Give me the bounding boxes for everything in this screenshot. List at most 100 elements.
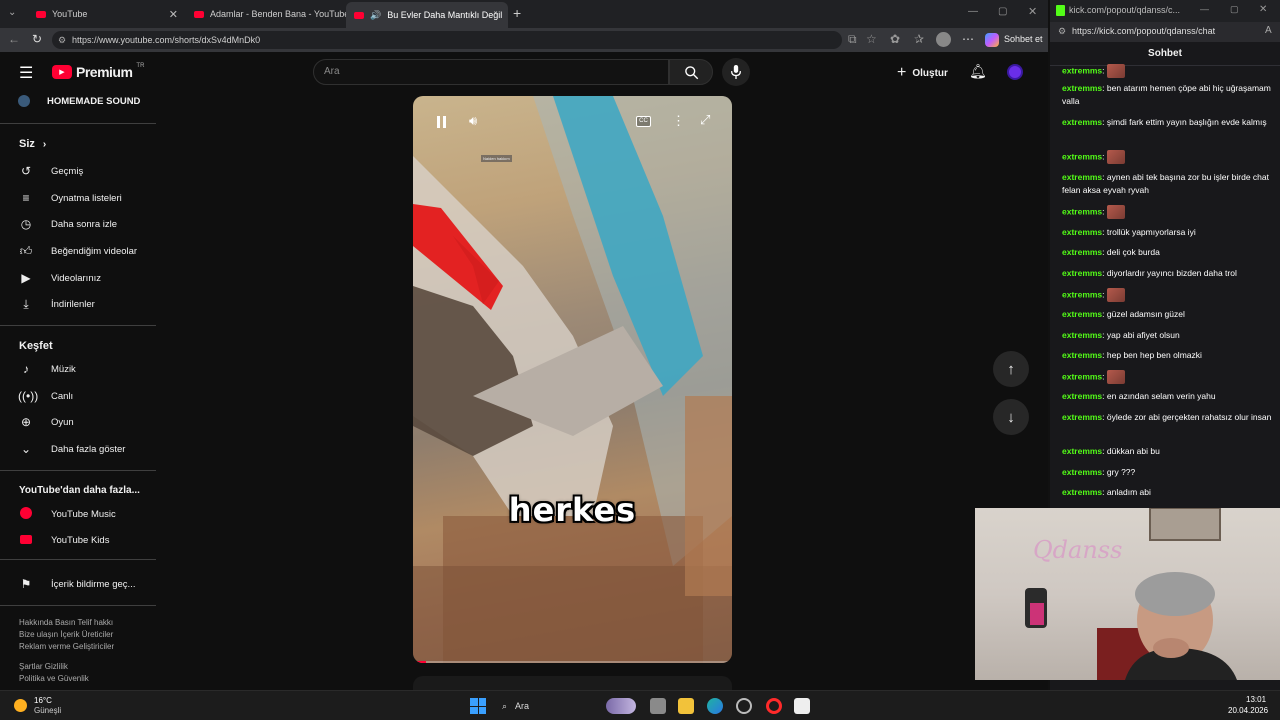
footer-links-2[interactable]: Bize ulaşın İçerik Üreticiler [19, 629, 113, 641]
copilot-icon[interactable] [985, 33, 999, 47]
windows-start-icon[interactable] [470, 698, 486, 714]
chat-username[interactable]: extremms [1062, 117, 1102, 127]
sidebar-item-youtube-kids[interactable]: YouTube Kids [18, 530, 109, 550]
chat-username[interactable]: extremms [1062, 151, 1102, 161]
opera-icon[interactable] [766, 698, 782, 714]
url-field[interactable]: ⚙ https://www.youtube.com/shorts/dxSv4dM… [52, 31, 842, 49]
read-aloud-icon[interactable]: A [1265, 25, 1272, 36]
create-button[interactable]: + Oluştur [897, 64, 948, 82]
sidebar-item-downloads[interactable]: ⤓ İndirilenler [18, 294, 94, 314]
taskbar-search[interactable]: ⌕ Ara [494, 696, 594, 716]
kick-url-text[interactable]: https://kick.com/popout/qdanss/chat [1072, 26, 1215, 36]
chat-username[interactable]: extremms [1062, 247, 1102, 257]
chat-username[interactable]: extremms [1062, 268, 1102, 278]
sidebar-item-music[interactable]: ♪ Müzik [18, 359, 76, 379]
sohbet-et-button[interactable]: Sohbet et [1004, 34, 1043, 44]
sidebar-item-label: Daha fazla göster [51, 443, 126, 455]
chat-username[interactable]: extremms [1062, 309, 1102, 319]
youtube-premium-logo[interactable]: ▶ Premium TR [52, 63, 144, 80]
sidebar-item-youtube-music[interactable]: YouTube Music [18, 504, 116, 524]
account-avatar[interactable] [1007, 64, 1023, 80]
extensions-icon[interactable]: ✿ [890, 32, 900, 46]
close-window-icon[interactable]: ✕ [1028, 5, 1037, 18]
back-icon[interactable]: ← [8, 32, 20, 46]
close-icon[interactable]: ✕ [169, 8, 178, 21]
chat-username[interactable]: extremms [1062, 371, 1102, 381]
sidebar-item-your-videos[interactable]: ▶ Videolarınız [18, 268, 101, 288]
minimize-icon[interactable]: — [968, 6, 978, 17]
chat-username[interactable]: extremms [1062, 172, 1102, 182]
search-button[interactable] [669, 59, 713, 85]
chat-username[interactable]: extremms [1062, 391, 1102, 401]
sidebar-show-more[interactable]: ⌄ Daha fazla göster [18, 439, 126, 459]
voice-search-button[interactable] [722, 58, 750, 86]
sidebar-item-playlists[interactable]: ≡ Oynatma listeleri [18, 188, 121, 208]
webcam-overlay: Qdanss [975, 508, 1280, 680]
footer-links-4[interactable]: Şartlar Gizlilik [19, 661, 68, 673]
footer-links-1[interactable]: Hakkında Basın Telif hakkı [19, 617, 113, 629]
sidebar-item-live[interactable]: ((•)) Canlı [18, 386, 73, 406]
clock-time[interactable]: 13:01 [1246, 695, 1266, 704]
sidebar-item-report-history[interactable]: ⚑ İçerik bildirme geç... [18, 574, 136, 594]
chat-username[interactable]: extremms [1062, 412, 1102, 422]
maximize-icon[interactable]: ▢ [998, 6, 1007, 17]
sidebar-item-gaming[interactable]: ⊕ Oyun [18, 412, 74, 432]
site-info-icon[interactable]: ⚙ [58, 31, 66, 49]
maximize-icon[interactable]: ▢ [1230, 4, 1239, 15]
video-frame-illustration [413, 96, 732, 663]
pause-button[interactable] [431, 112, 451, 132]
previous-short-button[interactable]: ↑ [993, 351, 1029, 387]
next-short-button[interactable]: ↓ [993, 399, 1029, 435]
more-menu-icon[interactable]: ⋯ [962, 32, 974, 46]
fullscreen-icon[interactable]: ⤢ [700, 112, 710, 128]
favorites-icon[interactable]: ✰ [914, 32, 924, 46]
tab-youtube[interactable]: YouTube ✕ [28, 4, 186, 24]
chat-username[interactable]: extremms [1062, 487, 1102, 497]
sidebar-you-header[interactable]: Siz › [19, 138, 46, 150]
tab-adamlar[interactable]: Adamlar - Benden Bana - YouTube ✕ [186, 4, 346, 24]
footer-links-3[interactable]: Reklam verme Geliştiriciler [19, 641, 114, 653]
captions-icon[interactable]: CC [636, 116, 651, 127]
hamburger-menu-icon[interactable]: ☰ [19, 63, 33, 83]
sun-weather-icon[interactable] [14, 699, 27, 712]
next-short-preview[interactable] [413, 676, 732, 690]
chat-text: anladım abi [1106, 487, 1151, 497]
task-view-icon[interactable] [650, 698, 666, 714]
edge-browser-icon[interactable] [707, 698, 723, 714]
chat-username[interactable]: extremms [1062, 350, 1102, 360]
video-progress-bar[interactable] [413, 661, 732, 663]
tab-active-video[interactable]: 🔊 Bu Evler Daha Mantıklı Değil ✕ [346, 2, 508, 28]
shorts-video-player[interactable]: Naiden hakkım 🔊︎ CC ⋮ ⤢ herkes [413, 96, 732, 663]
chat-username[interactable]: extremms [1062, 446, 1102, 456]
sidebar-item-liked-videos[interactable]: 👍︎ Beğendiğim videolar [18, 241, 137, 261]
reload-icon[interactable]: ↻ [32, 32, 42, 46]
chat-username[interactable]: extremms [1062, 467, 1102, 477]
bookmark-star-icon[interactable]: ☆ [866, 32, 877, 46]
chat-username[interactable]: extremms [1062, 330, 1102, 340]
sidebar-item-watch-later[interactable]: ◷ Daha sonra izle [18, 214, 117, 234]
settings-gear-icon[interactable] [736, 698, 752, 714]
sidebar-channel-homemade-sound[interactable]: HOMEMADE SOUND [18, 91, 140, 111]
search-highlight-icon[interactable] [606, 698, 636, 714]
snipping-tool-icon[interactable] [794, 698, 810, 714]
chat-username[interactable]: extremms [1062, 289, 1102, 299]
arrow-up-icon: ↑ [1007, 360, 1015, 378]
notifications-bell-icon[interactable]: 🔔︎ [969, 63, 987, 80]
volume-icon[interactable]: 🔊︎ [469, 113, 477, 129]
search-input[interactable]: Ara [313, 59, 669, 85]
more-options-icon[interactable]: ⋮ [672, 113, 685, 129]
sidebar-explore-header: Keşfet [19, 340, 53, 352]
minimize-icon[interactable]: — [1200, 4, 1209, 14]
chat-username[interactable]: extremms [1062, 206, 1102, 216]
sidebar-item-history[interactable]: ↺ Geçmiş [18, 161, 83, 181]
footer-links-5[interactable]: Politika ve Güvenlik [19, 673, 89, 685]
clock-date[interactable]: 20.04.2026 [1228, 706, 1268, 715]
new-tab-icon[interactable]: + [513, 5, 521, 21]
close-icon[interactable]: ✕ [1259, 4, 1267, 15]
chat-username[interactable]: extremms [1062, 83, 1102, 93]
tab-search-icon[interactable]: ⌄ [8, 7, 16, 18]
file-explorer-icon[interactable] [678, 698, 694, 714]
install-icon[interactable]: ⧉ [848, 32, 857, 47]
chat-username[interactable]: extremms [1062, 227, 1102, 237]
profile-avatar[interactable] [936, 32, 951, 47]
